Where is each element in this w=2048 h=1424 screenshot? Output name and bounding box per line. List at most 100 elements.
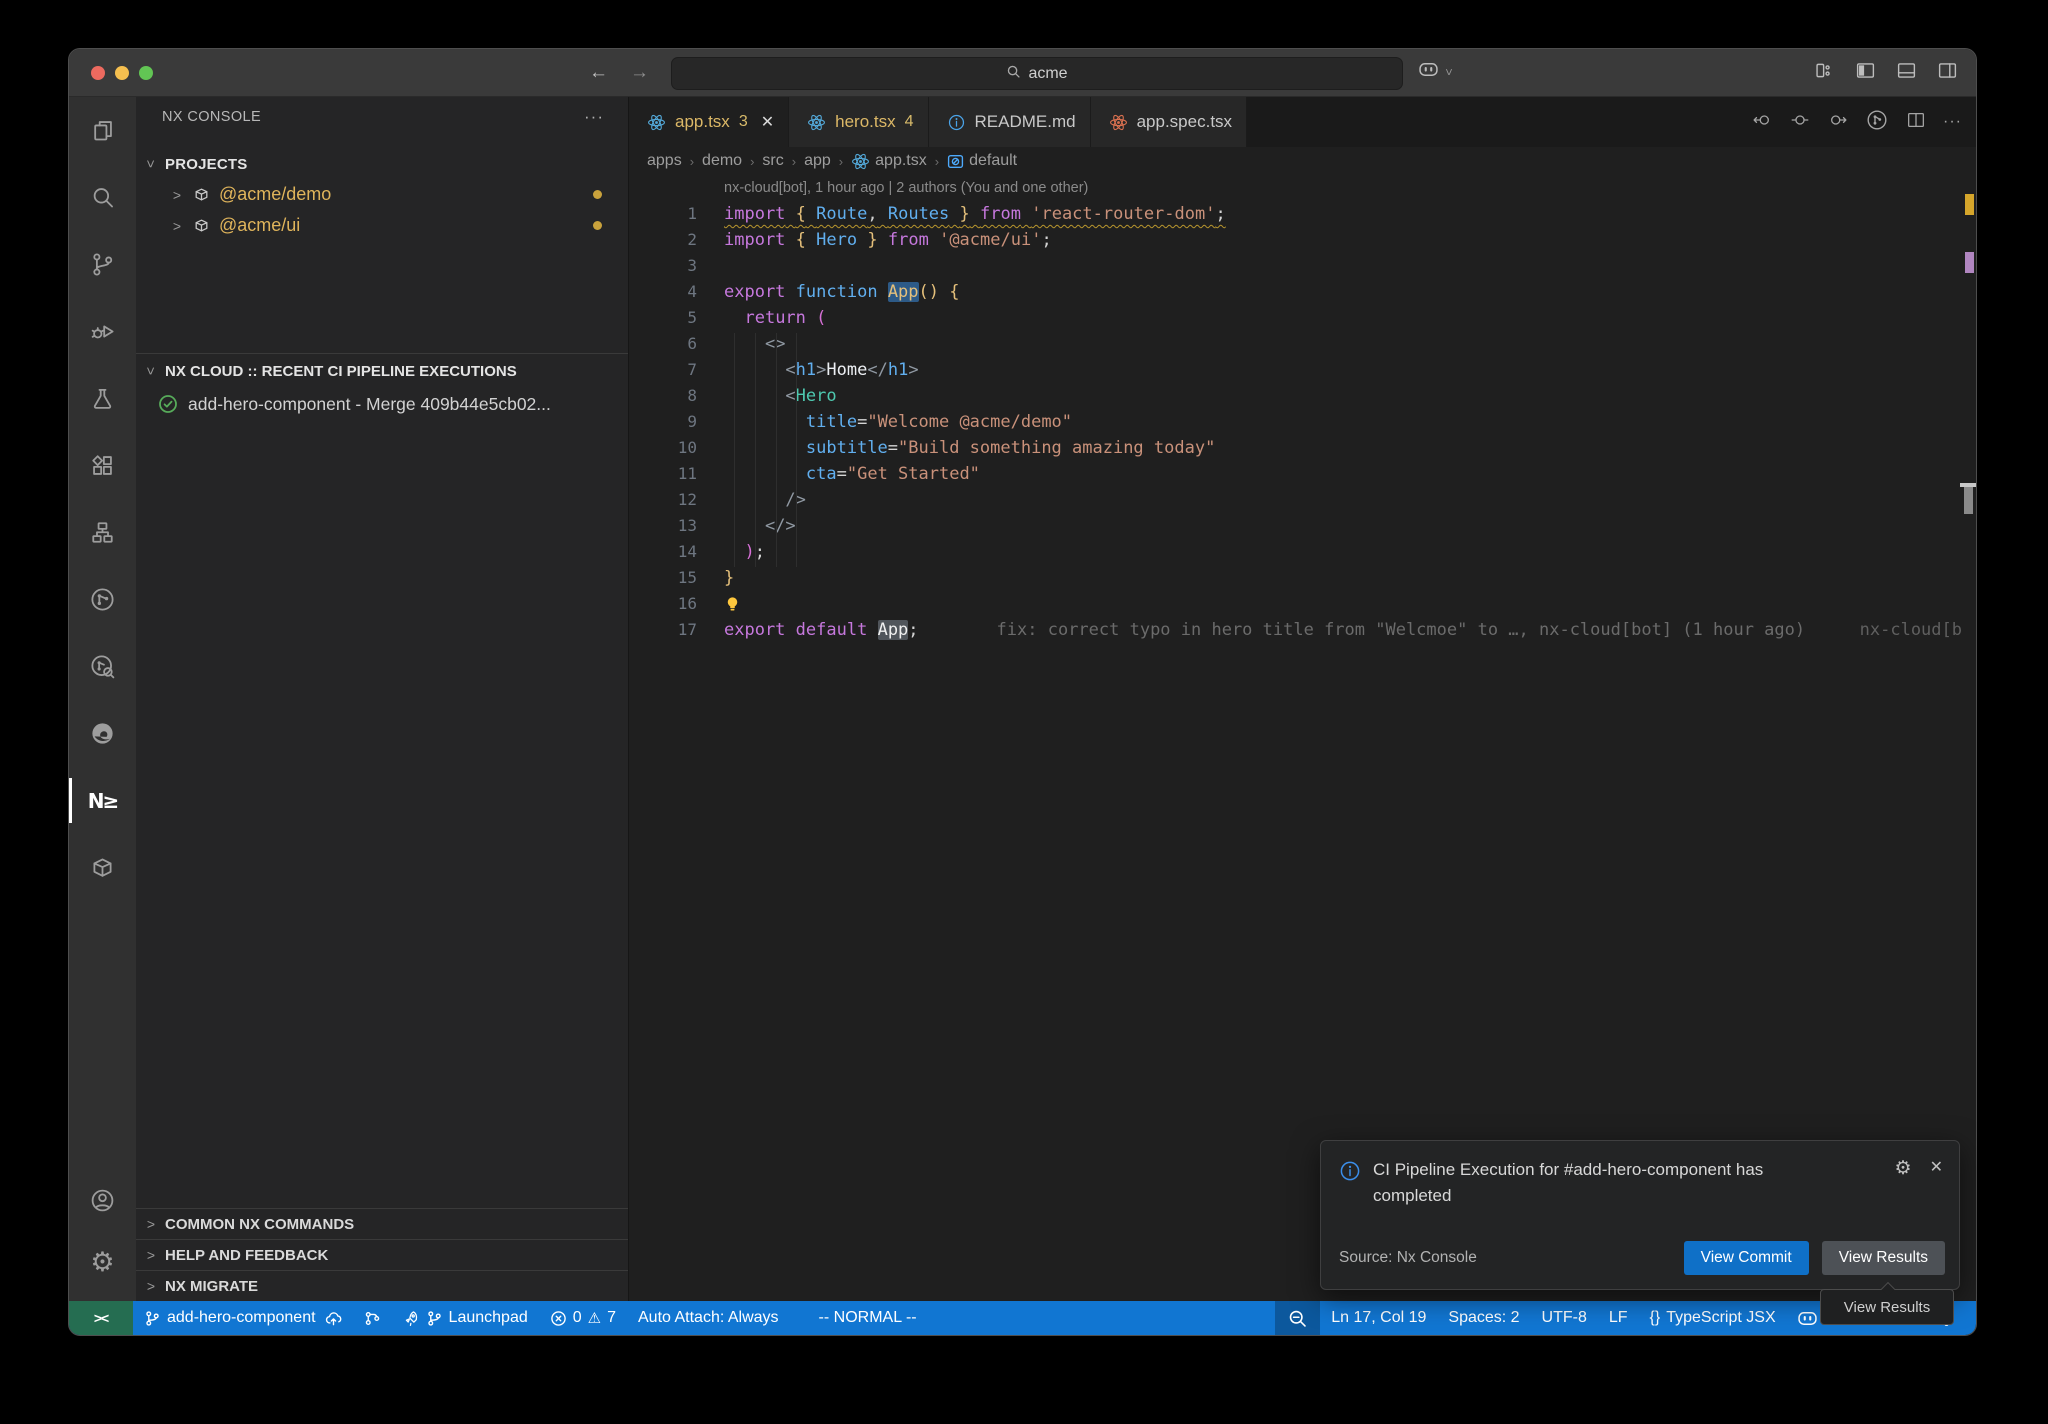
activity-item-nx-graph[interactable] <box>69 566 136 633</box>
previous-change-icon[interactable] <box>1751 109 1773 136</box>
status-source-control-graph[interactable] <box>353 1301 392 1335</box>
status-auto-attach[interactable]: Auto Attach: Always <box>627 1301 790 1335</box>
activity-item-account[interactable] <box>69 1169 136 1231</box>
toggle-panel-icon[interactable] <box>1896 60 1917 86</box>
status-language-mode[interactable]: {}TypeScript JSX <box>1639 1301 1787 1335</box>
section-nx-cloud[interactable]: > NX CLOUD :: RECENT CI PIPELINE EXECUTI… <box>136 354 628 388</box>
activity-item-source-control[interactable] <box>69 231 136 298</box>
activity-item-settings[interactable]: ⚙ <box>69 1231 136 1293</box>
close-tab-icon[interactable]: ✕ <box>761 112 774 132</box>
status-cursor-position[interactable]: Ln 17, Col 19 <box>1320 1301 1437 1335</box>
lightbulb-icon[interactable] <box>724 596 741 613</box>
nx-cloud-graph-icon[interactable] <box>1865 108 1889 137</box>
code-line-9[interactable]: 9 title="Welcome @acme/demo" <box>629 409 1976 435</box>
breadcrumb-segment[interactable]: demo <box>702 152 742 170</box>
activity-item-search[interactable] <box>69 164 136 231</box>
sidebar-nx-console: NX CONSOLE ··· > PROJECTS > @acme/demo >… <box>136 97 629 1301</box>
code-line-5[interactable]: 5 return ( <box>629 305 1976 331</box>
code-line-3[interactable]: 3 <box>629 253 1976 279</box>
code-line-6[interactable]: 6 <> <box>629 331 1976 357</box>
next-change-icon[interactable] <box>1827 109 1849 136</box>
activity-item-edge-browser[interactable] <box>69 700 136 767</box>
section-projects[interactable]: > PROJECTS <box>136 149 628 179</box>
react-file-icon <box>1109 113 1128 132</box>
notification-settings-icon[interactable]: ⚙ <box>1895 1157 1912 1180</box>
breadcrumb-segment[interactable]: apps <box>647 152 682 170</box>
tab-README.md[interactable]: README.md <box>929 97 1091 147</box>
code-line-11[interactable]: 11 cta="Get Started" <box>629 461 1976 487</box>
status-problems[interactable]: 0⚠7 <box>539 1301 627 1335</box>
code-line-7[interactable]: 7 <h1>Home</h1> <box>629 357 1976 383</box>
current-change-icon[interactable] <box>1789 109 1811 136</box>
command-center-search[interactable]: acme <box>671 57 1403 90</box>
tab-app.spec.tsx[interactable]: app.spec.tsx <box>1091 97 1247 147</box>
code-line-16[interactable]: 16 <box>629 591 1976 617</box>
section-help-and-feedback[interactable]: >HELP AND FEEDBACK <box>136 1239 628 1270</box>
code-line-2[interactable]: 2import { Hero } from '@acme/ui'; <box>629 227 1976 253</box>
status-label: Launchpad <box>449 1309 528 1327</box>
line-number: 4 <box>629 279 724 305</box>
project-item[interactable]: > @acme/ui <box>136 210 628 241</box>
code-line-12[interactable]: 12 /> <box>629 487 1976 513</box>
split-editor-icon[interactable] <box>1905 109 1927 136</box>
view-results-button[interactable]: View Results <box>1822 1241 1945 1275</box>
line-content: export function App() { <box>724 279 1976 305</box>
activity-item-containers[interactable] <box>69 834 136 901</box>
code-line-8[interactable]: 8 <Hero <box>629 383 1976 409</box>
code-line-4[interactable]: 4export function App() { <box>629 279 1976 305</box>
chevron-collapsed-icon: > <box>170 218 184 234</box>
status-encoding[interactable]: UTF-8 <box>1531 1301 1598 1335</box>
view-commit-button[interactable]: View Commit <box>1684 1241 1809 1275</box>
chevron-collapsed-icon: > <box>144 1216 158 1232</box>
status-indentation[interactable]: Spaces: 2 <box>1437 1301 1530 1335</box>
zoom-window-button[interactable] <box>139 66 153 80</box>
breadcrumb-segment[interactable]: src <box>762 152 783 170</box>
notification-close-icon[interactable]: ✕ <box>1930 1157 1943 1177</box>
toggle-primary-sidebar-icon[interactable] <box>1855 60 1876 86</box>
sidebar-more-actions-icon[interactable]: ··· <box>584 107 604 127</box>
code-line-14[interactable]: 14 ); <box>629 539 1976 565</box>
activity-item-extensions[interactable] <box>69 432 136 499</box>
breadcrumb-segment[interactable]: app <box>804 152 831 170</box>
minimize-window-button[interactable] <box>115 66 129 80</box>
status-branch-indicator[interactable]: add-hero-component <box>133 1301 353 1335</box>
toggle-secondary-sidebar-icon[interactable] <box>1937 60 1958 86</box>
code-editor[interactable]: nx-cloud[bot], 1 hour ago | 2 authors (Y… <box>629 175 1976 1301</box>
remote-indicator[interactable]: >< <box>69 1301 133 1335</box>
chevron-down-icon: > <box>1442 65 1456 79</box>
chevron-collapsed-icon: > <box>144 1278 158 1294</box>
code-line-10[interactable]: 10 subtitle="Build something amazing tod… <box>629 435 1976 461</box>
navigate-forward-icon[interactable]: → <box>630 62 649 84</box>
status-zoom-indicator[interactable] <box>1275 1301 1320 1335</box>
customize-layout-icon[interactable] <box>1814 60 1835 86</box>
close-window-button[interactable] <box>91 66 105 80</box>
project-item[interactable]: > @acme/demo <box>136 179 628 210</box>
activity-item-nx-console[interactable]: N≥ <box>69 767 136 834</box>
breadcrumb-file[interactable]: app.tsx <box>851 152 927 171</box>
tab-hero.tsx[interactable]: hero.tsx4 <box>789 97 928 147</box>
code-line-17[interactable]: 17nx-cloud[bexport default App;fix: corr… <box>629 617 1976 643</box>
activity-item-project-references[interactable] <box>69 499 136 566</box>
tab-app.tsx[interactable]: app.tsx3✕ <box>629 97 789 147</box>
pipeline-execution-item[interactable]: add-hero-component - Merge 409b44e5cb02.… <box>136 388 628 420</box>
code-line-1[interactable]: 1import { Route, Routes } from 'react-ro… <box>629 201 1976 227</box>
status-vim-mode[interactable]: -- NORMAL -- <box>808 1301 928 1335</box>
activity-item-testing[interactable] <box>69 365 136 432</box>
navigate-back-icon[interactable]: ← <box>589 62 608 84</box>
more-actions-icon[interactable]: ··· <box>1943 113 1962 131</box>
line-content: return ( <box>724 305 1976 331</box>
section-label: COMMON NX COMMANDS <box>165 1216 354 1233</box>
activity-item-nx-project-search[interactable] <box>69 633 136 700</box>
activity-item-run-debug[interactable] <box>69 298 136 365</box>
section-common-nx-commands[interactable]: > COMMON NX COMMANDS <box>136 1208 628 1239</box>
code-line-13[interactable]: 13 </> <box>629 513 1976 539</box>
section-nx-migrate[interactable]: >NX MIGRATE <box>136 1270 628 1301</box>
activity-item-explorer[interactable] <box>69 97 136 164</box>
breadcrumb-symbol[interactable]: default <box>947 152 1017 170</box>
copilot-menu[interactable]: > <box>1419 62 1456 82</box>
status-eol[interactable]: LF <box>1598 1301 1639 1335</box>
status-launchpad[interactable]: Launchpad <box>392 1301 539 1335</box>
nx-graph-icon <box>89 586 116 613</box>
breadcrumb-separator-icon: › <box>935 154 939 169</box>
code-line-15[interactable]: 15} <box>629 565 1976 591</box>
